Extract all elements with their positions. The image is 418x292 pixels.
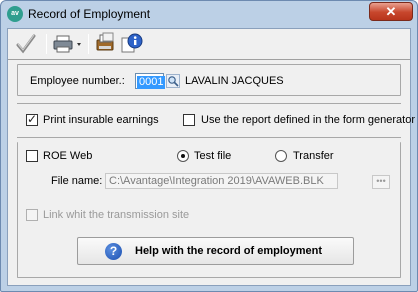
print-button[interactable] [52,32,84,56]
search-icon [168,76,179,87]
printer-icon [53,35,81,53]
dialog-body: Employee number.: 0001 LAVALIN JACQUES P… [7,28,415,286]
employee-name: LAVALIN JACQUES [185,75,284,87]
print-insurable-checkbox[interactable] [26,112,38,126]
employee-number-input[interactable]: 0001 [135,73,166,89]
toolbar-separator [88,34,89,54]
use-report-checkbox[interactable] [183,114,195,126]
use-report-label: Use the report defined in the form gener… [201,114,416,126]
toolbar [8,29,410,59]
divider [17,137,401,138]
record-of-employment-window: av Record of Employment ✕ Employee numbe… [0,0,418,292]
info-icon [121,33,143,53]
employee-lookup-button[interactable] [166,74,180,88]
close-button[interactable]: ✕ [369,2,413,21]
roe-web-group [17,142,401,278]
title-bar[interactable]: av Record of Employment ✕ [1,1,417,27]
divider [17,103,401,104]
toolbar-separator [46,34,47,54]
checkmark-icon [16,34,36,54]
employee-number-label: Employee number.: [30,75,125,87]
information-button[interactable] [120,32,144,56]
print-insurable-label: Print insurable earnings [43,114,159,126]
print-preview-button[interactable] [94,32,118,56]
window-title: Record of Employment [28,7,151,21]
print-preview-icon [96,32,114,51]
toolbar-divider [8,59,410,60]
validate-button[interactable] [14,32,38,56]
employee-number-value: 0001 [137,76,166,89]
app-icon: av [7,6,23,22]
